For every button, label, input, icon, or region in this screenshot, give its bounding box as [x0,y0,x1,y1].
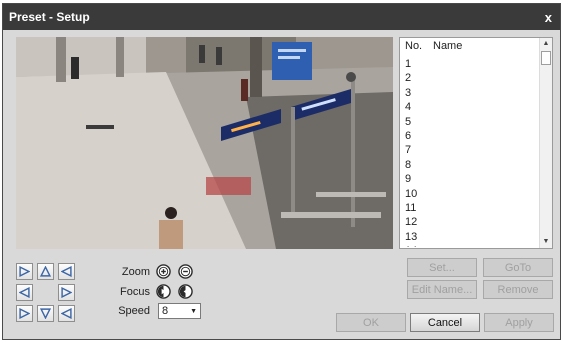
speed-value: 8 [162,305,169,317]
zoom-in-icon[interactable] [156,264,171,279]
pan-up-left-icon[interactable] [16,263,33,280]
pan-up-right-icon[interactable] [58,263,75,280]
goto-button[interactable]: GoTo [483,258,553,277]
preset-list-scrollbar[interactable]: ▲ ▼ [539,38,552,248]
preset-rows: 1 2 3 4 5 6 7 8 9 10 11 12 13 14 [400,57,540,247]
list-item[interactable]: 9 [400,172,540,186]
list-item[interactable]: 13 [400,230,540,244]
pan-up-icon[interactable] [37,263,54,280]
list-item[interactable]: 12 [400,215,540,229]
speed-label: Speed [118,305,150,317]
ptz-direction-pad [16,263,76,323]
list-item[interactable]: 7 [400,143,540,157]
list-item[interactable]: 1 [400,57,540,71]
list-item[interactable]: 5 [400,115,540,129]
speed-select[interactable]: 8 ▼ [158,303,201,319]
remove-button[interactable]: Remove [483,280,553,299]
set-button[interactable]: Set... [407,258,477,277]
zoom-label: Zoom [121,266,150,278]
list-item[interactable]: 3 [400,86,540,100]
title-bar: Preset - Setup x [3,4,560,30]
pan-down-left-icon[interactable] [16,305,33,322]
ok-button[interactable]: OK [336,313,406,332]
apply-button[interactable]: Apply [484,313,554,332]
list-item[interactable]: 14 [400,244,540,247]
list-item[interactable]: 11 [400,201,540,215]
column-header-no[interactable]: No. [405,40,422,52]
list-item[interactable]: 4 [400,100,540,114]
cancel-button[interactable]: Cancel [410,313,480,332]
list-item[interactable]: 10 [400,187,540,201]
list-item[interactable]: 2 [400,71,540,85]
pan-down-icon[interactable] [37,305,54,322]
preset-setup-dialog: Preset - Setup x No. Name 1 2 3 4 5 6 7 … [2,3,561,340]
pan-right-icon[interactable] [58,284,75,301]
close-icon[interactable]: x [545,10,552,25]
column-header-name[interactable]: Name [433,40,462,52]
list-item[interactable]: 6 [400,129,540,143]
edit-name-button[interactable]: Edit Name... [407,280,477,299]
camera-preview[interactable] [16,37,393,249]
focus-near-icon[interactable] [156,284,171,299]
pan-left-icon[interactable] [16,284,33,301]
camera-image [16,37,393,249]
focus-label: Focus [120,286,150,298]
dialog-title: Preset - Setup [9,10,90,24]
preset-list[interactable]: No. Name 1 2 3 4 5 6 7 8 9 10 11 12 13 1… [399,37,553,249]
chevron-down-icon: ▼ [190,307,197,315]
list-item[interactable]: 8 [400,158,540,172]
scroll-thumb[interactable] [541,51,551,65]
scroll-up-icon[interactable]: ▲ [540,38,552,50]
preset-list-header: No. Name [400,38,540,54]
zoom-out-icon[interactable] [178,264,193,279]
pan-down-right-icon[interactable] [58,305,75,322]
focus-far-icon[interactable] [178,284,193,299]
scroll-down-icon[interactable]: ▼ [540,236,552,248]
